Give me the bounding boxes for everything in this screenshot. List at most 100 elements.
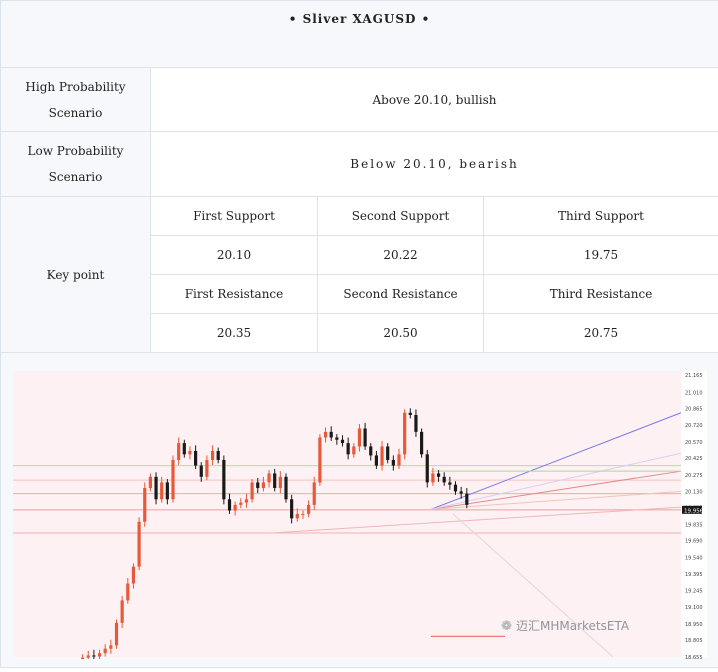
- candle: [436, 473, 441, 477]
- candle: [369, 446, 373, 456]
- price-chart: 21.165 21.010 20.865 20.720 20.570 20.425 20.2…: [13, 371, 707, 659]
- second-resistance-header: Second Resistance: [317, 274, 484, 314]
- second-resistance-value: 20.50: [317, 313, 484, 353]
- y-tick-label: 20.720: [685, 423, 703, 429]
- key-point-label: Key point: [0, 196, 151, 353]
- candle: [81, 657, 85, 659]
- candle: [148, 476, 152, 489]
- candle: [92, 655, 96, 657]
- third-support-header: Third Support: [482, 196, 718, 236]
- candle: [114, 622, 119, 646]
- candle: [363, 428, 367, 447]
- first-support-header: First Support: [150, 196, 318, 236]
- candle: [126, 583, 130, 601]
- y-tick-label: 21.010: [685, 390, 703, 396]
- candle: [391, 459, 395, 466]
- candle: [284, 476, 288, 500]
- candle: [109, 645, 113, 649]
- watermark-text: 迈汇MHMarketsETA: [516, 619, 630, 633]
- third-resistance-header: Third Resistance: [482, 274, 718, 314]
- y-tick-label: 20.275: [685, 473, 703, 479]
- candle: [256, 482, 260, 489]
- y-tick-label: 19.100: [685, 605, 703, 611]
- candle: [199, 465, 203, 477]
- y-tick-label: 19.540: [685, 556, 703, 562]
- candle: [414, 415, 418, 432]
- candle: [244, 499, 249, 503]
- candle: [171, 459, 175, 500]
- candle: [290, 499, 294, 519]
- candle: [340, 439, 345, 444]
- candle: [222, 459, 226, 500]
- candle: [380, 446, 384, 466]
- candle: [239, 502, 243, 505]
- candle: [448, 482, 452, 485]
- y-tick-label: 19.245: [685, 589, 703, 595]
- y-tick-label: 19.690: [685, 539, 703, 545]
- candle: [216, 450, 220, 460]
- y-tick-label: 18.655: [685, 655, 703, 659]
- candle: [465, 493, 469, 505]
- candle: [97, 653, 102, 657]
- candle: [233, 504, 237, 511]
- y-tick-label: 19.395: [685, 572, 703, 578]
- first-resistance-value: 20.35: [150, 313, 318, 353]
- candle: [374, 455, 378, 466]
- candle: [459, 491, 463, 494]
- y-tick-label: 18.805: [685, 638, 703, 644]
- candle: [165, 482, 169, 500]
- wechat-icon: ❁: [501, 619, 512, 634]
- candle: [188, 450, 192, 455]
- candle: [329, 431, 333, 438]
- high-probability-value: Above 20.10, bullish: [149, 67, 718, 132]
- trading-plan-table: • Sliver XAGUSD • High Probability Scenar…: [0, 0, 718, 668]
- candle: [120, 600, 124, 623]
- candle: [143, 488, 147, 522]
- candle: [227, 499, 232, 511]
- candle: [357, 428, 362, 447]
- y-tick-label: 19.835: [685, 522, 703, 528]
- chart-plot-area: [13, 371, 681, 657]
- candle: [194, 450, 198, 466]
- third-support-value: 19.75: [482, 235, 718, 275]
- candle: [261, 482, 265, 489]
- candle: [137, 521, 141, 567]
- candle: [312, 482, 316, 505]
- candle: [403, 412, 407, 455]
- candle: [103, 648, 107, 654]
- candle: [177, 443, 181, 460]
- candle: [318, 437, 322, 483]
- candle: [210, 450, 215, 460]
- candle: [323, 431, 328, 438]
- first-support-value: 20.10: [150, 235, 318, 275]
- candle: [205, 459, 209, 477]
- second-support-header: Second Support: [317, 196, 484, 236]
- candle: [346, 443, 350, 455]
- y-tick-label: 20.570: [685, 440, 703, 446]
- candle: [182, 443, 186, 455]
- y-tick-label: 21.165: [685, 373, 703, 379]
- candle: [250, 482, 254, 500]
- candle: [273, 473, 277, 489]
- third-resistance-value: 20.75: [482, 313, 718, 353]
- y-tick-label: 20.425: [685, 456, 703, 462]
- candle: [307, 504, 311, 514]
- candle: [431, 473, 435, 483]
- candle: [386, 446, 390, 460]
- candle: [420, 431, 424, 455]
- y-tick-label: 18.950: [685, 622, 703, 628]
- low-probability-label: Low Probability Scenario: [0, 131, 151, 197]
- candle: [408, 412, 412, 416]
- second-support-value: 20.22: [317, 235, 484, 275]
- candle: [453, 484, 458, 492]
- price-tag-label: 19.956: [684, 508, 704, 514]
- candle: [442, 476, 446, 483]
- low-probability-value: Below 20.10, bearish: [149, 131, 718, 197]
- candle: [154, 476, 158, 500]
- candle: [131, 566, 136, 584]
- y-tick-label: 20.865: [685, 407, 703, 413]
- candle: [267, 473, 271, 483]
- first-resistance-header: First Resistance: [150, 274, 318, 314]
- candle: [160, 482, 164, 500]
- candle: [86, 655, 90, 658]
